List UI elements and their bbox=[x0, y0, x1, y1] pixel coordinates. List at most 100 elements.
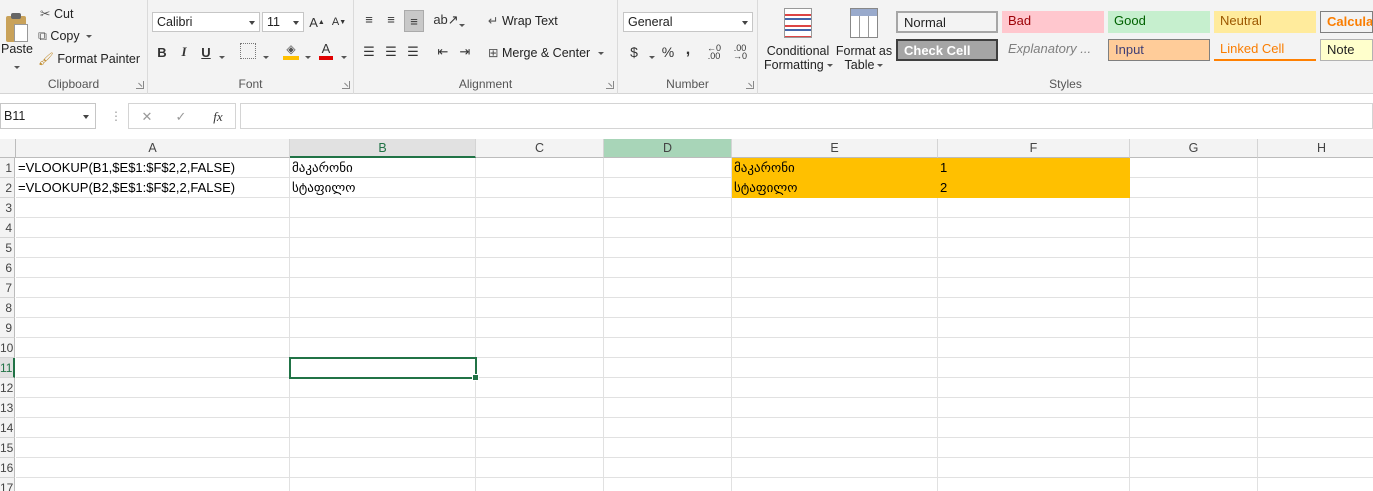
row-header-3[interactable]: 3 bbox=[0, 198, 15, 218]
row-header-5[interactable]: 5 bbox=[0, 238, 15, 258]
wrap-text-button[interactable]: ↵ Wrap Text bbox=[488, 13, 558, 28]
column-header-a[interactable]: A bbox=[16, 139, 290, 158]
column-header-h[interactable]: H bbox=[1258, 139, 1373, 158]
font-size-dropdown[interactable]: 11 bbox=[262, 12, 304, 32]
style-calculation[interactable]: Calculat bbox=[1320, 11, 1373, 33]
align-center-icon[interactable]: ☰ bbox=[382, 42, 400, 62]
bold-button[interactable]: B bbox=[154, 42, 170, 62]
row-header-9[interactable]: 9 bbox=[0, 318, 15, 338]
cell-b1[interactable]: მაკარონი bbox=[290, 158, 476, 178]
styles-group-label: Styles bbox=[1049, 77, 1082, 91]
copy-button[interactable]: ⧉ Copy bbox=[38, 29, 92, 44]
wrap-text-icon: ↵ bbox=[488, 14, 499, 28]
style-normal[interactable]: Normal bbox=[896, 11, 998, 33]
column-header-e[interactable]: E bbox=[732, 139, 938, 158]
align-top-icon[interactable]: ≡ bbox=[360, 10, 378, 28]
cell-a1[interactable]: =VLOOKUP(B1,$E$1:$F$2,2,FALSE) bbox=[16, 158, 290, 178]
row-header-16[interactable]: 16 bbox=[0, 458, 15, 478]
cell-e1[interactable]: მაკარონი bbox=[732, 158, 938, 178]
styles-group: Conditional Formatting Format as Table N… bbox=[758, 0, 1373, 94]
copy-icon: ⧉ bbox=[38, 29, 47, 43]
row-header-12[interactable]: 12 bbox=[0, 378, 15, 398]
italic-button[interactable]: I bbox=[176, 42, 192, 62]
orientation-icon[interactable]: ab↗ bbox=[433, 10, 458, 30]
percent-format-icon[interactable]: % bbox=[660, 42, 676, 62]
style-bad[interactable]: Bad bbox=[1002, 11, 1104, 33]
align-left-icon[interactable]: ☰ bbox=[360, 42, 378, 62]
row-header-8[interactable]: 8 bbox=[0, 298, 15, 318]
style-explanatory[interactable]: Explanatory ... bbox=[1002, 39, 1104, 61]
currency-format-icon[interactable]: $ bbox=[626, 42, 642, 62]
conditional-formatting-icon bbox=[784, 8, 812, 38]
style-linked-cell[interactable]: Linked Cell bbox=[1214, 39, 1316, 61]
number-group: General $ % , ←0.00 .00 →0 Number bbox=[618, 0, 758, 94]
formula-input[interactable] bbox=[240, 103, 1373, 129]
merge-center-icon: ⊞ bbox=[488, 46, 499, 60]
cell-b2[interactable]: სტაფილო bbox=[290, 178, 476, 198]
row-header-13[interactable]: 13 bbox=[0, 398, 15, 418]
alignment-group-label: Alignment bbox=[458, 77, 513, 91]
row-header-1[interactable]: 1 bbox=[0, 158, 15, 178]
row-header-17[interactable]: 17 bbox=[0, 478, 15, 491]
clipboard-launcher-icon[interactable] bbox=[136, 81, 144, 89]
insert-function-icon[interactable]: fx bbox=[209, 108, 227, 126]
column-header-d[interactable]: D bbox=[604, 139, 732, 158]
font-name-dropdown[interactable]: Calibri bbox=[152, 12, 260, 32]
row-header-6[interactable]: 6 bbox=[0, 258, 15, 278]
alignment-launcher-icon[interactable] bbox=[606, 81, 614, 89]
row-header-11[interactable]: 11 bbox=[0, 358, 15, 378]
align-bottom-icon[interactable]: ≡ bbox=[404, 10, 424, 32]
cell-f2[interactable]: 2 bbox=[938, 178, 1130, 198]
comma-style-icon[interactable]: , bbox=[682, 40, 694, 60]
scissors-icon: ✂ bbox=[40, 7, 51, 21]
paste-button[interactable]: Paste bbox=[0, 4, 34, 74]
conditional-formatting-button[interactable]: Conditional Formatting bbox=[764, 4, 833, 74]
format-as-table-button[interactable]: Format as Table bbox=[834, 4, 894, 74]
merge-center-button[interactable]: ⊞ Merge & Center bbox=[488, 45, 605, 60]
enter-icon[interactable]: ✓ bbox=[173, 108, 189, 126]
column-header-c[interactable]: C bbox=[476, 139, 604, 158]
style-input[interactable]: Input bbox=[1108, 39, 1210, 61]
style-note[interactable]: Note bbox=[1320, 39, 1373, 61]
font-color-icon[interactable]: A bbox=[318, 40, 334, 62]
row-header-7[interactable]: 7 bbox=[0, 278, 15, 298]
align-right-icon[interactable]: ☰ bbox=[404, 42, 422, 62]
underline-button[interactable]: U bbox=[198, 42, 214, 62]
number-format-dropdown[interactable]: General bbox=[623, 12, 753, 32]
cell-a2[interactable]: =VLOOKUP(B2,$E$1:$F$2,2,FALSE) bbox=[16, 178, 290, 198]
style-check-cell[interactable]: Check Cell bbox=[896, 39, 998, 61]
cell-gridlines[interactable] bbox=[16, 158, 1373, 491]
style-neutral[interactable]: Neutral bbox=[1214, 11, 1316, 33]
decrease-indent-icon[interactable]: ⇤ bbox=[434, 42, 452, 62]
cut-button[interactable]: ✂ Cut bbox=[40, 6, 73, 21]
font-launcher-icon[interactable] bbox=[342, 81, 350, 89]
clipboard-group: Paste ✂ Cut ⧉ Copy 🖌 Format Painter Clip… bbox=[0, 0, 148, 94]
align-middle-icon[interactable]: ≡ bbox=[382, 10, 400, 28]
number-launcher-icon[interactable] bbox=[746, 81, 754, 89]
style-good[interactable]: Good bbox=[1108, 11, 1210, 33]
increase-decimal-icon[interactable]: ←0.00 bbox=[704, 42, 724, 62]
cancel-icon[interactable]: ✕ bbox=[139, 108, 155, 126]
row-header-10[interactable]: 10 bbox=[0, 338, 15, 358]
decrease-decimal-icon[interactable]: .00 →0 bbox=[730, 42, 750, 62]
row-header-4[interactable]: 4 bbox=[0, 218, 15, 238]
formula-bar-grip-icon: ⋮ bbox=[110, 109, 122, 123]
row-header-2[interactable]: 2 bbox=[0, 178, 15, 198]
borders-icon[interactable] bbox=[240, 43, 256, 59]
select-all-corner[interactable] bbox=[0, 139, 16, 158]
decrease-font-size-icon[interactable]: A ▼ bbox=[330, 12, 348, 32]
column-header-b[interactable]: B bbox=[290, 139, 476, 158]
column-header-g[interactable]: G bbox=[1130, 139, 1258, 158]
increase-indent-icon[interactable]: ⇥ bbox=[456, 42, 474, 62]
row-header-14[interactable]: 14 bbox=[0, 418, 15, 438]
name-box[interactable]: B11 bbox=[0, 103, 96, 129]
row-header-15[interactable]: 15 bbox=[0, 438, 15, 458]
fill-color-icon[interactable]: ◈ bbox=[282, 40, 300, 62]
alignment-group: ≡ ≡ ≡ ab↗ ☰ ☰ ☰ ⇤ ⇥ ↵ Wrap Text ⊞ Merge … bbox=[354, 0, 618, 94]
cell-e2[interactable]: სტაფილო bbox=[732, 178, 938, 198]
cell-f1[interactable]: 1 bbox=[938, 158, 1130, 178]
worksheet-grid: A B C D E F G H 1 2 3 4 5 6 7 8 9 10 11 … bbox=[0, 139, 1373, 491]
format-painter-button[interactable]: 🖌 Format Painter bbox=[38, 52, 140, 67]
increase-font-size-icon[interactable]: A ▲ bbox=[308, 12, 326, 32]
column-header-f[interactable]: F bbox=[938, 139, 1130, 158]
